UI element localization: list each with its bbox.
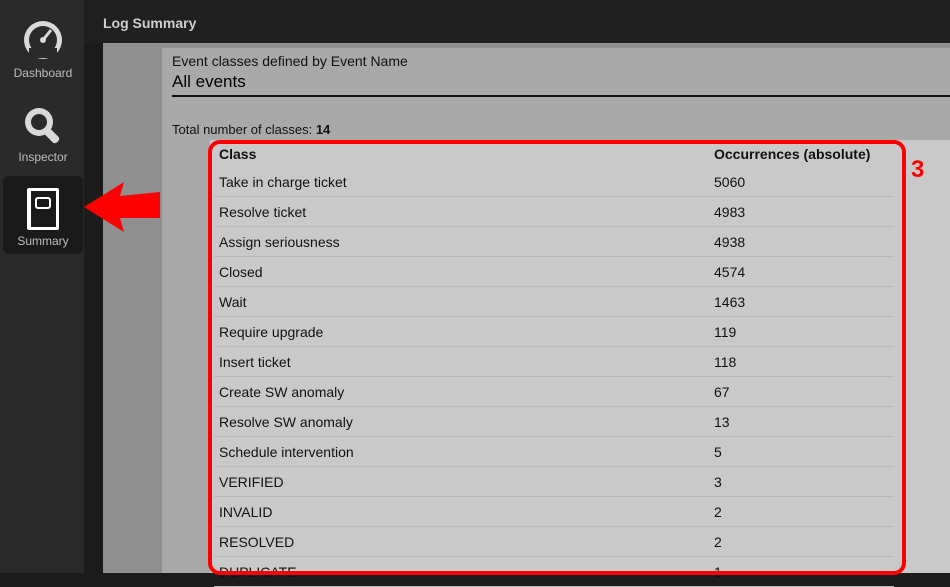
cell-occurrences: 119 — [709, 317, 894, 347]
cell-occurrences: 2 — [709, 497, 894, 527]
page-title: Log Summary — [103, 15, 197, 31]
cell-class-name: Take in charge ticket — [214, 167, 709, 197]
total-classes-value: 14 — [315, 122, 331, 137]
top-bar: Log Summary — [84, 0, 950, 43]
cell-class-name: Schedule intervention — [214, 437, 709, 467]
cell-occurrences: 4983 — [709, 197, 894, 227]
cell-class-name: Create SW anomaly — [214, 377, 709, 407]
event-classes-label: Event classes defined by Event Name — [172, 53, 408, 69]
notebook-icon — [27, 188, 59, 230]
classes-table: Class Occurrences (absolute) Take in cha… — [214, 140, 894, 587]
cell-class-name: VERIFIED — [214, 467, 709, 497]
table-row[interactable]: Resolve SW anomaly 13 — [214, 407, 894, 437]
table-row[interactable]: INVALID 2 — [214, 497, 894, 527]
table-row[interactable]: Closed 4574 — [214, 257, 894, 287]
cell-class-name: Insert ticket — [214, 347, 709, 377]
cell-class-name: Closed — [214, 257, 709, 287]
nav-inspector[interactable]: Inspector — [3, 92, 83, 170]
cell-occurrences: 5 — [709, 437, 894, 467]
table-row[interactable]: VERIFIED 3 — [214, 467, 894, 497]
callout-number: 3 — [911, 156, 925, 183]
table-header-row: Class Occurrences (absolute) — [214, 140, 894, 167]
cell-occurrences: 118 — [709, 347, 894, 377]
table-row[interactable]: Require upgrade 119 — [214, 317, 894, 347]
nav-summary-label: Summary — [17, 234, 69, 248]
column-header-class[interactable]: Class — [214, 140, 709, 167]
event-classes-value[interactable]: All events — [172, 72, 246, 92]
nav-summary[interactable]: Summary — [3, 176, 83, 254]
cell-class-name: Require upgrade — [214, 317, 709, 347]
cell-occurrences: 1463 — [709, 287, 894, 317]
table-row[interactable]: Schedule intervention 5 — [214, 437, 894, 467]
gauge-icon — [24, 21, 62, 59]
cell-occurrences: 4574 — [709, 257, 894, 287]
nav-dashboard[interactable]: Dashboard — [3, 8, 83, 86]
table-row[interactable]: Wait 1463 — [214, 287, 894, 317]
total-classes-label: Total number of classes: — [172, 122, 313, 137]
table-row[interactable]: RESOLVED 2 — [214, 527, 894, 557]
table-row[interactable]: Assign seriousness 4938 — [214, 227, 894, 257]
cell-class-name: DUPLICATE — [214, 557, 709, 587]
table-row[interactable]: Take in charge ticket 5060 — [214, 167, 894, 197]
cell-occurrences: 4938 — [709, 227, 894, 257]
cell-occurrences: 67 — [709, 377, 894, 407]
divider — [172, 95, 950, 97]
cell-class-name: Resolve SW anomaly — [214, 407, 709, 437]
sidebar: Dashboard Inspector Summary — [0, 0, 84, 573]
cell-occurrences: 2 — [709, 527, 894, 557]
table-row[interactable]: DUPLICATE 1 — [214, 557, 894, 587]
cell-class-name: Wait — [214, 287, 709, 317]
table-row[interactable]: Create SW anomaly 67 — [214, 377, 894, 407]
cell-class-name: INVALID — [214, 497, 709, 527]
total-classes: Total number of classes: 14 — [172, 122, 330, 137]
cell-class-name: Assign seriousness — [214, 227, 709, 257]
nav-dashboard-label: Dashboard — [13, 66, 73, 80]
nav-inspector-label: Inspector — [18, 150, 68, 164]
column-header-occurrences[interactable]: Occurrences (absolute) — [709, 140, 894, 167]
cell-occurrences: 3 — [709, 467, 894, 497]
table-row[interactable]: Resolve ticket 4983 — [214, 197, 894, 227]
cell-class-name: RESOLVED — [214, 527, 709, 557]
red-arrow-icon — [84, 182, 160, 232]
cell-occurrences: 5060 — [709, 167, 894, 197]
magnifier-icon — [25, 108, 60, 144]
cell-class-name: Resolve ticket — [214, 197, 709, 227]
cell-occurrences: 13 — [709, 407, 894, 437]
table-row[interactable]: Insert ticket 118 — [214, 347, 894, 377]
cell-occurrences: 1 — [709, 557, 894, 587]
